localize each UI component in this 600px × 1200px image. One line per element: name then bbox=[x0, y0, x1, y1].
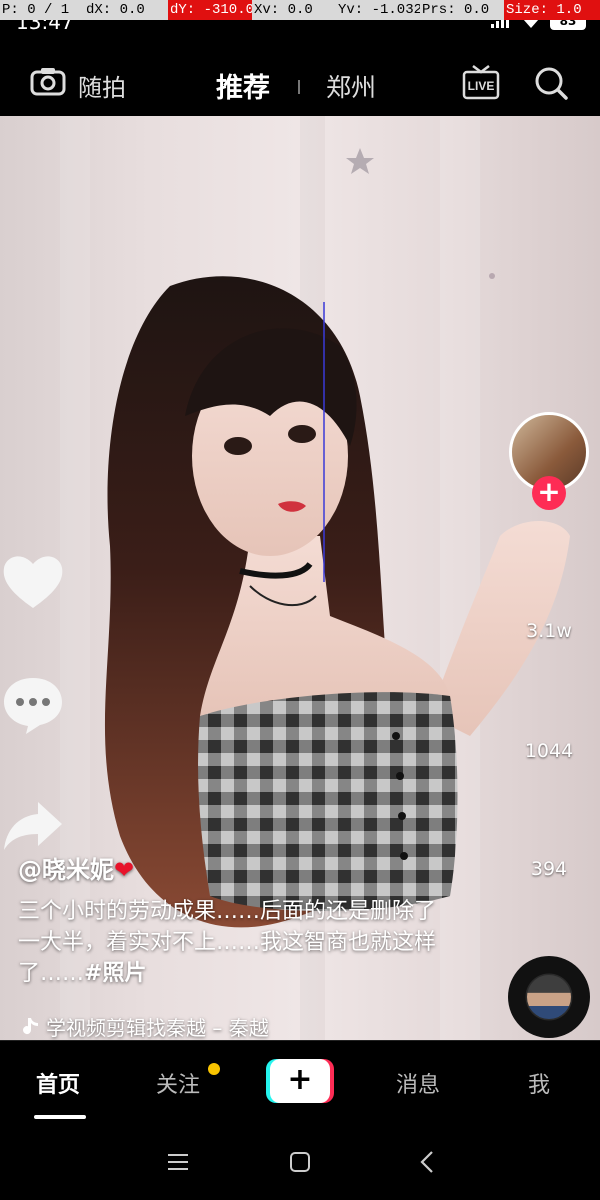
tab-recommend[interactable]: 推荐 bbox=[216, 66, 270, 105]
pointer-debug-overlay: P: 0 / 1 dX: 0.0 dY: -310.0 Xv: 0.0 Yv: … bbox=[0, 0, 600, 20]
debug-yv: Yv: -1.032 bbox=[336, 0, 420, 20]
tab-home[interactable]: 首页 bbox=[36, 1067, 80, 1099]
music-disc[interactable] bbox=[508, 956, 590, 1038]
comment-icon[interactable] bbox=[0, 674, 66, 734]
plus-icon: + bbox=[270, 1059, 330, 1103]
music-note-icon bbox=[23, 1017, 38, 1034]
video-caption: 三个小时的劳动成果……后面的还是删除了一大半，着实对不上……我这智商也就这样了…… bbox=[18, 896, 438, 989]
follow-button[interactable]: + bbox=[532, 476, 566, 510]
debug-xv: Xv: 0.0 bbox=[252, 0, 336, 20]
heart-emoji-icon: ❤ bbox=[114, 856, 135, 884]
debug-dy: dY: -310.0 bbox=[168, 0, 252, 20]
caption-text: 三个小时的劳动成果……后面的还是删除了一大半，着实对不上……我这智商也就这样了…… bbox=[18, 899, 437, 986]
tab-separator bbox=[298, 80, 300, 94]
live-icon[interactable]: LIVE bbox=[462, 64, 500, 100]
music-title: 学视频剪辑找秦越 – 秦越 bbox=[46, 1016, 269, 1040]
back-icon[interactable] bbox=[414, 1148, 442, 1176]
author-handle[interactable]: @晓米妮❤ bbox=[18, 850, 134, 885]
menu-icon[interactable] bbox=[164, 1148, 192, 1176]
home-square-icon[interactable] bbox=[286, 1148, 314, 1176]
debug-size: Size: 1.0 bbox=[504, 0, 600, 20]
hashtag-link[interactable]: #照片 bbox=[84, 961, 146, 986]
debug-dx: dX: 0.0 bbox=[84, 0, 168, 20]
tab-messages[interactable]: 消息 bbox=[396, 1067, 440, 1099]
music-info[interactable]: 学视频剪辑找秦越 – 秦越 bbox=[18, 1012, 269, 1041]
debug-pressure: Prs: 0.0 bbox=[420, 0, 504, 20]
tab-home-indicator bbox=[34, 1115, 86, 1119]
share-icon[interactable] bbox=[0, 796, 66, 856]
bottom-nav: 首页 关注 + 消息 我 bbox=[0, 1040, 600, 1124]
system-nav-bar bbox=[0, 1124, 600, 1200]
comment-count: 1044 bbox=[524, 740, 574, 762]
camera-label[interactable]: 随拍 bbox=[78, 68, 126, 103]
tab-follow[interactable]: 关注 bbox=[156, 1067, 200, 1099]
like-count: 3.1w bbox=[526, 620, 572, 642]
author-name[interactable]: @晓米妮 bbox=[18, 856, 114, 884]
like-heart-icon[interactable] bbox=[0, 552, 66, 612]
top-nav: 随拍 推荐 郑州 LIVE bbox=[0, 46, 600, 116]
live-label: LIVE bbox=[468, 79, 495, 93]
follow-notification-dot bbox=[208, 1063, 220, 1075]
tab-me[interactable]: 我 bbox=[528, 1067, 550, 1099]
create-button[interactable]: + bbox=[266, 1059, 334, 1103]
debug-pointer-count: P: 0 / 1 bbox=[0, 0, 84, 20]
camera-icon[interactable] bbox=[30, 66, 66, 96]
share-count: 394 bbox=[530, 858, 568, 880]
tab-city[interactable]: 郑州 bbox=[326, 68, 376, 104]
music-disc-avatar bbox=[527, 975, 571, 1019]
search-icon[interactable] bbox=[534, 66, 568, 100]
